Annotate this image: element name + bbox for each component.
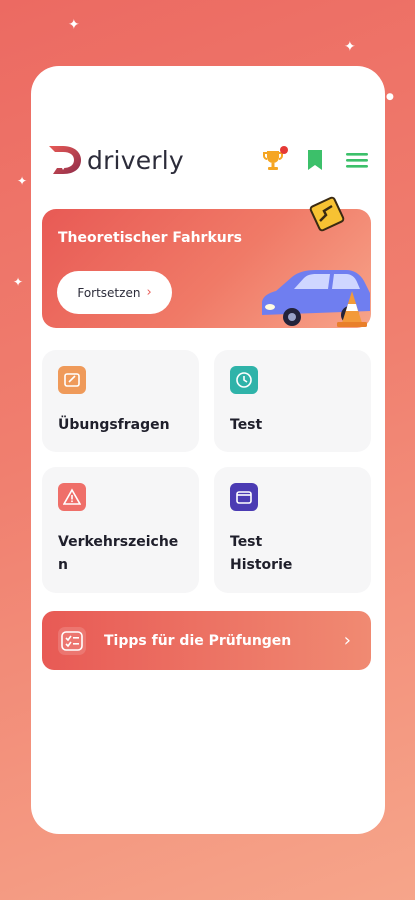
tile-label: Übungsfragen	[58, 417, 170, 433]
warning-icon	[58, 483, 86, 511]
edit-icon	[58, 366, 86, 394]
driverly-logo-icon	[49, 146, 81, 174]
course-banner[interactable]: Theoretischer Fahrkurs Fortsetzen ›	[42, 196, 371, 328]
traffic-signs-tile[interactable]: Verkehrszeiche n	[42, 467, 199, 593]
sparkle-icon: ✦	[68, 17, 80, 33]
app-header: driverly	[47, 142, 369, 178]
chevron-right-icon: ›	[343, 630, 351, 651]
sparkle-icon: ✦	[17, 174, 28, 188]
traffic-cone-icon	[337, 291, 367, 327]
app-screen: driverly Theoretischer Fahrkurs Fortsetz…	[31, 66, 385, 834]
sparkle-dot: ●	[386, 92, 394, 102]
test-tile[interactable]: Test	[214, 350, 371, 452]
continue-label: Fortsetzen	[77, 285, 141, 300]
tips-label: Tipps für die Prüfungen	[104, 632, 292, 649]
menu-icon[interactable]	[345, 150, 369, 170]
bookmark-icon[interactable]	[305, 148, 325, 172]
clock-icon	[230, 366, 258, 394]
trophy-icon[interactable]	[261, 146, 288, 172]
sparkle-icon: ✦	[13, 275, 24, 289]
tile-label-line1: Test	[230, 534, 263, 550]
exam-tips-button[interactable]: Tipps für die Prüfungen ›	[42, 611, 371, 670]
checklist-icon	[58, 626, 86, 655]
chevron-right-icon: ›	[146, 285, 152, 300]
course-title: Theoretischer Fahrkurs	[58, 230, 242, 246]
road-sign-icon	[309, 196, 345, 232]
notification-dot	[280, 146, 288, 154]
folder-icon	[230, 483, 258, 511]
tile-label-line1: Verkehrszeiche	[58, 534, 179, 550]
practice-questions-tile[interactable]: Übungsfragen	[42, 350, 199, 452]
continue-button[interactable]: Fortsetzen ›	[57, 271, 172, 314]
tile-label: Test	[230, 417, 263, 433]
test-history-tile[interactable]: Test Historie	[214, 467, 371, 593]
sparkle-icon: ✦	[344, 39, 356, 55]
app-name: driverly	[87, 145, 184, 175]
tile-label-line2: n	[58, 557, 68, 573]
tile-label-line2: Historie	[230, 557, 293, 573]
logo: driverly	[47, 144, 184, 176]
